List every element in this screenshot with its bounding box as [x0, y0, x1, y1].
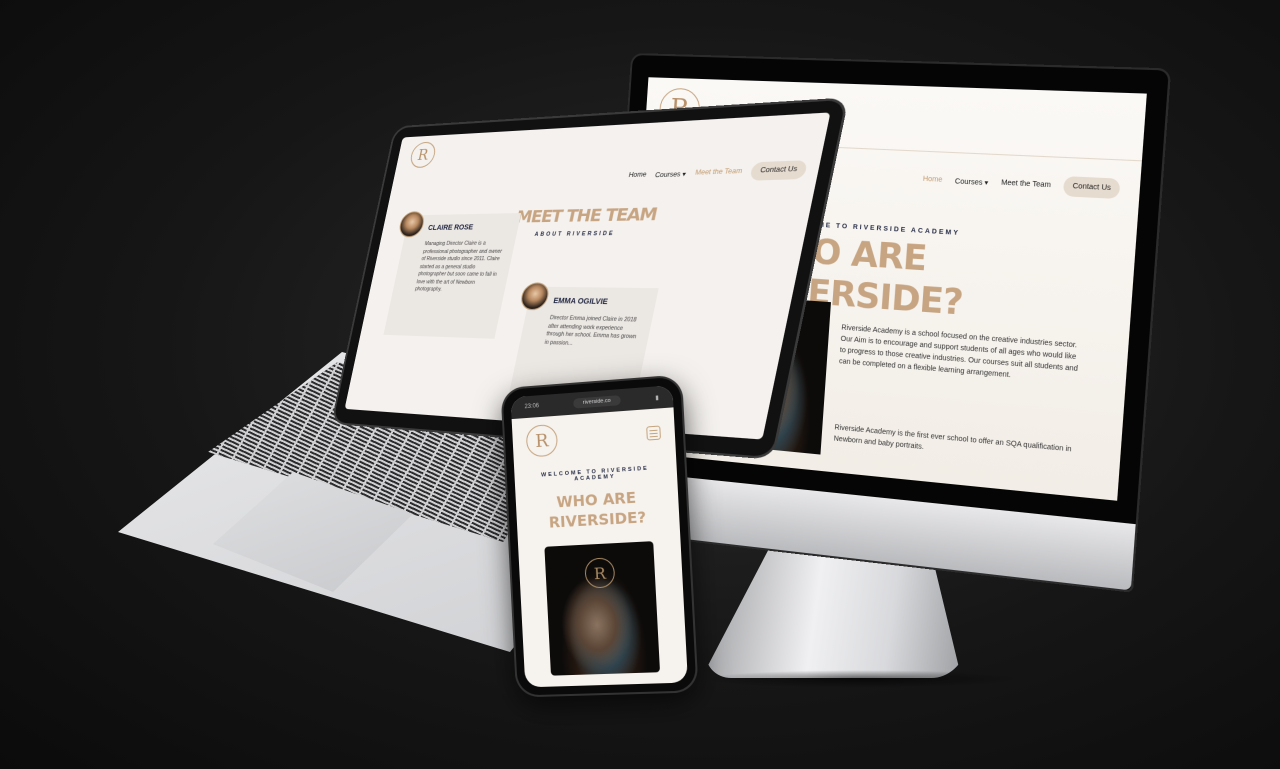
phone-body: 23:06 riverside.co ▮ R WELCOME TO RIVERS… [502, 376, 696, 695]
logo-letter: R [416, 146, 430, 164]
nav-home[interactable]: Home [628, 172, 647, 179]
member-bio: Managing Director Claire is a profession… [414, 240, 509, 295]
nav-courses[interactable]: Courses ▾ [955, 177, 989, 187]
mobile-title: WHO ARE RIVERSIDE? [515, 476, 680, 534]
laptop-logo[interactable]: R [408, 141, 437, 168]
logo-icon[interactable]: R [526, 424, 559, 458]
chevron-down-icon: ▾ [984, 179, 988, 187]
nav-courses-label: Courses [955, 178, 983, 187]
about-paragraph-1: Riverside Academy is a school focused on… [839, 323, 1085, 387]
nav-courses-label: Courses [654, 171, 681, 179]
team-title: MEET THE TEAM [514, 204, 658, 227]
chevron-down-icon: ▾ [682, 171, 687, 178]
photo-logo-icon: R [584, 557, 615, 588]
logo-letter: R [535, 430, 549, 452]
team-card: CLAIRE ROSE Managing Director Claire is … [384, 213, 522, 339]
battery-icon: ▮ [655, 394, 659, 401]
member-name: CLAIRE ROSE [427, 224, 473, 232]
about-paragraph-2: Riverside Academy is the first ever scho… [833, 423, 1076, 468]
smartphone: 23:06 riverside.co ▮ R WELCOME TO RIVERS… [508, 383, 698, 698]
nav-meet-the-team[interactable]: Meet the Team [694, 168, 742, 177]
avatar [397, 211, 426, 237]
contact-us-button[interactable]: Contact Us [1063, 176, 1120, 199]
contact-us-button[interactable]: Contact Us [750, 160, 808, 181]
desktop-nav: Home Courses ▾ Meet the Team Contact Us [922, 169, 1120, 199]
photo-logo-letter: R [593, 563, 606, 583]
member-name: EMMA OGILVIE [553, 298, 609, 307]
member-bio: Director Emma joined Claire in 2018 afte… [544, 315, 646, 351]
team-subtitle: ABOUT RIVERSIDE [534, 231, 615, 238]
nav-home[interactable]: Home [923, 176, 943, 184]
newborn-photo: R [544, 541, 660, 676]
avatar [519, 282, 551, 310]
logo-icon: R [408, 141, 437, 168]
nav-courses[interactable]: Courses ▾ [654, 170, 686, 179]
nav-meet-the-team[interactable]: Meet the Team [1001, 179, 1051, 189]
status-time: 23:06 [524, 403, 539, 410]
url-bar[interactable]: riverside.co [573, 395, 621, 409]
laptop-nav: Home Courses ▾ Meet the Team Contact Us [627, 160, 808, 185]
hamburger-menu-icon[interactable] [646, 426, 661, 441]
mobile-website: 23:06 riverside.co ▮ R WELCOME TO RIVERS… [511, 385, 688, 687]
